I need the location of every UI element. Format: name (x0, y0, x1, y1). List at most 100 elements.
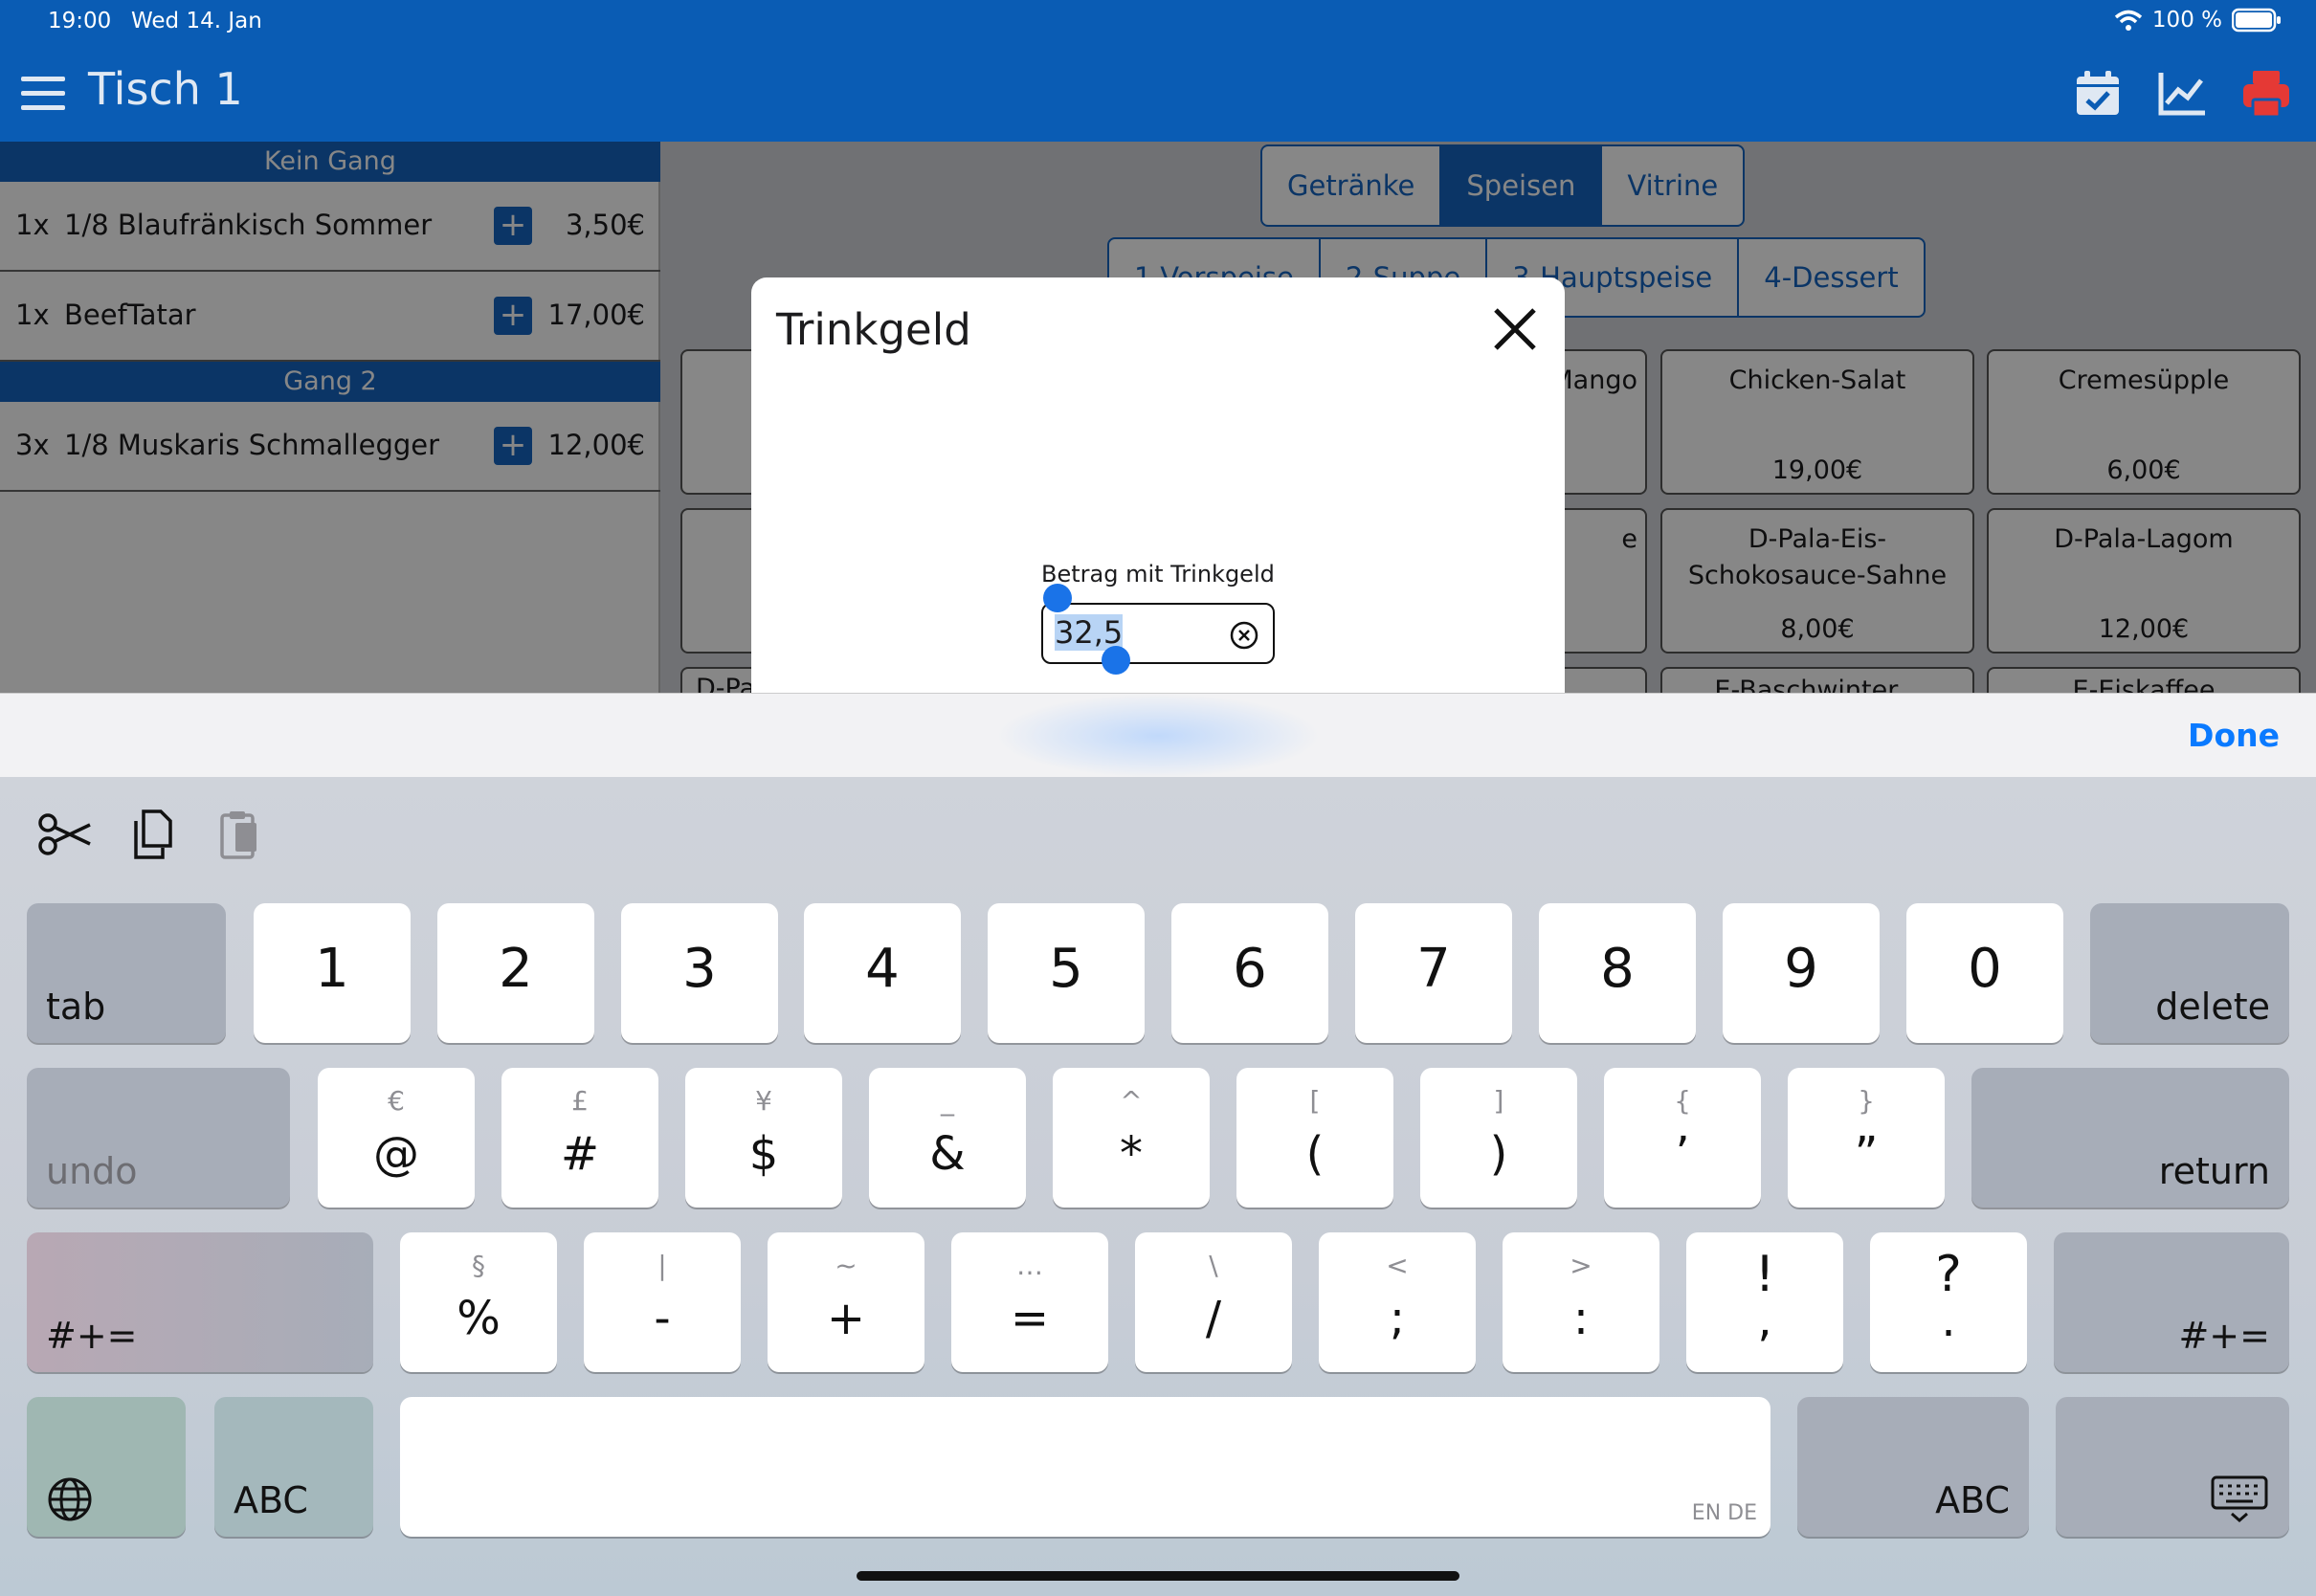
status-right: 100 % (2114, 8, 2282, 33)
globe-key[interactable] (27, 1397, 186, 1537)
tab-getraenke[interactable]: Getränke (1262, 146, 1442, 225)
status-time: 19:00 (48, 9, 112, 33)
key-3[interactable]: 3 (621, 903, 778, 1043)
order-row[interactable]: 1x 1/8 Blaufränkisch Sommer + 3,50€ (0, 182, 660, 272)
add-item-button[interactable]: + (494, 297, 532, 335)
tab-speisen[interactable]: Speisen (1441, 146, 1603, 225)
key-label: 3 (682, 938, 717, 1000)
close-icon[interactable] (1488, 302, 1542, 356)
abc-key-right[interactable]: ABC (1797, 1397, 2029, 1537)
order-name: BeefTatar (64, 299, 196, 331)
key-question[interactable]: ?. (1870, 1232, 2027, 1372)
key-slash[interactable]: \ / (1135, 1232, 1292, 1372)
dismiss-keyboard-key[interactable] (2056, 1397, 2289, 1537)
key-0[interactable]: 0 (1906, 903, 2063, 1043)
product-name: Chicken-Salat (1728, 366, 1906, 395)
key-label: = (1010, 1292, 1050, 1345)
category-tabs: Getränke Speisen Vitrine (1260, 144, 1746, 227)
printer-icon[interactable] (2239, 67, 2293, 121)
key-4[interactable]: 4 (804, 903, 961, 1043)
paste-icon[interactable] (209, 806, 266, 863)
undo-key[interactable]: undo (27, 1068, 290, 1208)
symbols-key-right[interactable]: #+= (2054, 1232, 2289, 1372)
tab-key[interactable]: tab (27, 903, 226, 1043)
key-5[interactable]: 5 (988, 903, 1145, 1043)
product-tile[interactable]: Chicken-Salat 19,00€ (1660, 349, 1974, 495)
key-at[interactable]: € @ (318, 1068, 475, 1208)
key-alt-label: ¥ (755, 1085, 772, 1117)
key-dollar[interactable]: ¥ $ (685, 1068, 842, 1208)
symbols-key-left[interactable]: #+= (27, 1232, 373, 1372)
order-row[interactable]: 1x BeefTatar + 17,00€ (0, 272, 660, 362)
clear-input-icon[interactable] (1229, 620, 1259, 651)
tab-dessert[interactable]: 4-Dessert (1739, 239, 1923, 316)
keyboard-accessory-bar: Done (0, 693, 2316, 778)
cut-icon[interactable] (36, 806, 94, 863)
key-label: ) (1489, 1127, 1508, 1181)
key-label: 4 (865, 938, 900, 1000)
calendar-check-icon[interactable] (2071, 67, 2125, 121)
key-label: * (1120, 1127, 1143, 1181)
tab-vitrine[interactable]: Vitrine (1602, 146, 1743, 225)
done-button[interactable]: Done (2188, 717, 2280, 754)
key-label: 2 (499, 938, 533, 1000)
space-key[interactable]: EN DE (400, 1397, 1770, 1537)
amount-input[interactable]: 32,5 (1041, 603, 1275, 664)
gang-header: Gang 2 (0, 362, 660, 402)
key-asterisk[interactable]: ^ * (1053, 1068, 1210, 1208)
key-label: $ (748, 1127, 779, 1181)
order-row[interactable]: 3x 1/8 Muskaris Schmallegger + 12,00€ (0, 402, 660, 492)
copy-icon[interactable] (124, 806, 182, 863)
product-tile[interactable]: E-Baschwinter... (1660, 667, 1974, 693)
key-label: #+= (2178, 1315, 2270, 1357)
product-price: 8,00€ (1780, 614, 1855, 644)
add-item-button[interactable]: + (494, 207, 532, 245)
key-8[interactable]: 8 (1539, 903, 1696, 1043)
order-price: 12,00€ (547, 429, 645, 461)
selection-start-handle[interactable] (1043, 584, 1072, 612)
key-colon[interactable]: >: (1503, 1232, 1659, 1372)
gang-header: Kein Gang (0, 142, 660, 182)
key-ampersand[interactable]: _ & (869, 1068, 1026, 1208)
key-plus[interactable]: ~ + (768, 1232, 924, 1372)
add-item-button[interactable]: + (494, 427, 532, 465)
menu-icon[interactable] (21, 75, 65, 113)
key-minus[interactable]: | - (584, 1232, 741, 1372)
key-alt-label: £ (571, 1085, 589, 1117)
selection-end-handle[interactable] (1102, 646, 1130, 675)
key-alt-label: € (388, 1085, 405, 1117)
key-7[interactable]: 7 (1355, 903, 1512, 1043)
product-tile[interactable]: E-Eiskaffee (1987, 667, 2301, 693)
key-exclamation[interactable]: !, (1686, 1232, 1843, 1372)
product-name: E-Baschwinter... (1714, 676, 1921, 693)
delete-key[interactable]: delete (2090, 903, 2289, 1043)
key-alt-label: } (1858, 1085, 1875, 1117)
chart-line-icon[interactable] (2155, 67, 2209, 121)
key-percent[interactable]: §% (400, 1232, 557, 1372)
product-tile[interactable]: D-Pala-Lagom 12,00€ (1987, 508, 2301, 654)
key-quote[interactable]: }” (1788, 1068, 1945, 1208)
key-2[interactable]: 2 (437, 903, 594, 1043)
key-equals[interactable]: … = (951, 1232, 1108, 1372)
key-apostrophe[interactable]: {’ (1604, 1068, 1761, 1208)
key-label: 1 (315, 938, 349, 1000)
order-qty: 1x (15, 299, 50, 331)
key-paren-close[interactable]: ]) (1420, 1068, 1577, 1208)
key-semicolon[interactable]: <; (1319, 1232, 1476, 1372)
key-alt-label: { (1674, 1085, 1691, 1117)
key-6[interactable]: 6 (1171, 903, 1328, 1043)
order-name: 1/8 Blaufränkisch Sommer (64, 209, 433, 241)
product-tile[interactable]: D-Pala-Eis-Schokosauce-Sahne 8,00€ (1660, 508, 1974, 654)
order-price: 17,00€ (547, 299, 645, 331)
key-9[interactable]: 9 (1723, 903, 1880, 1043)
order-list: Kein Gang 1x 1/8 Blaufränkisch Sommer + … (0, 142, 660, 693)
product-name: Cremesüpple (2058, 366, 2230, 395)
product-tile[interactable]: Cremesüpple 6,00€ (1987, 349, 2301, 495)
return-key[interactable]: return (1971, 1068, 2289, 1208)
abc-key-left[interactable]: ABC (214, 1397, 373, 1537)
key-paren-open[interactable]: [( (1236, 1068, 1393, 1208)
product-price: 12,00€ (2098, 614, 2190, 644)
key-hash[interactable]: £ # (501, 1068, 658, 1208)
page-title: Tisch 1 (88, 63, 243, 115)
key-1[interactable]: 1 (254, 903, 411, 1043)
